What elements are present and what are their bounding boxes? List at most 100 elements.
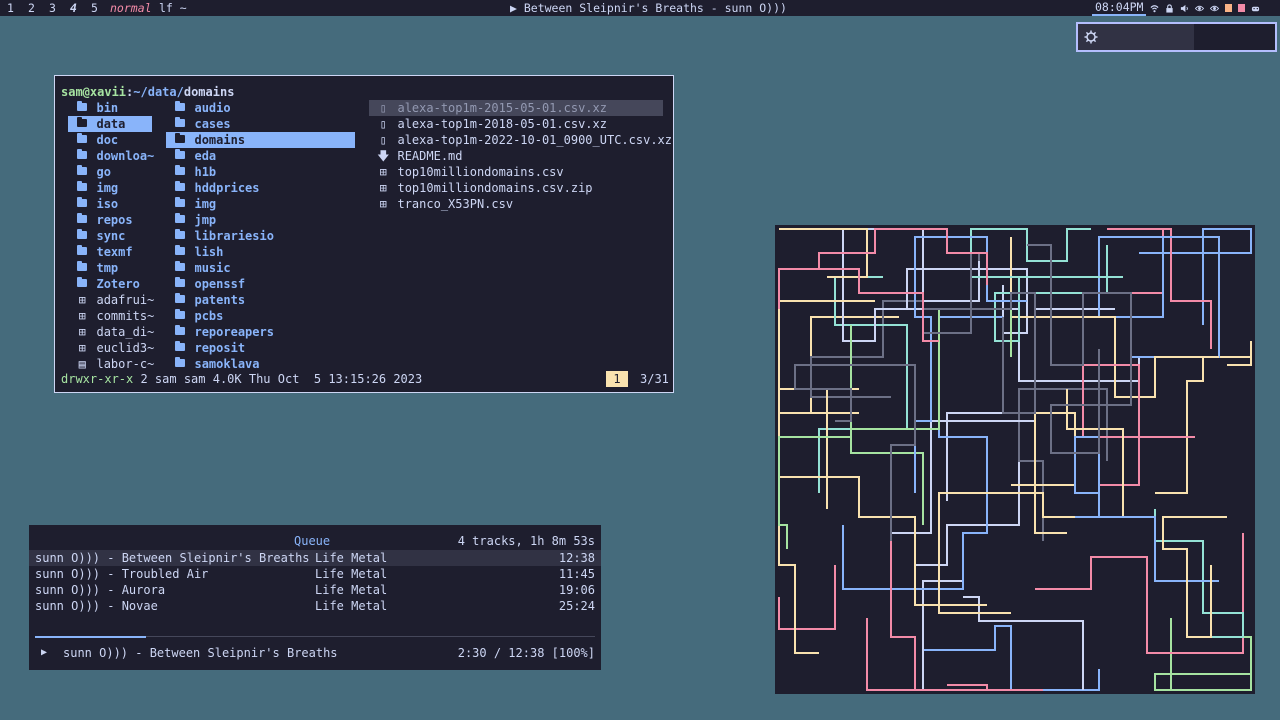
entry-name: lish	[194, 245, 224, 259]
track-row[interactable]: sunn O))) - Novae Life Metal 25:24	[29, 598, 601, 614]
dir-entry[interactable]: h1b	[166, 164, 355, 180]
dir-entry[interactable]: data	[68, 116, 152, 132]
dir-entry[interactable]: downloa~	[68, 148, 154, 164]
file-entry[interactable]: ⊞ commits~	[68, 308, 155, 324]
pipe-line	[1155, 341, 1252, 494]
workspace-2[interactable]: 2	[28, 0, 35, 16]
track-duration: 25:24	[558, 599, 595, 613]
dir-entry[interactable]: doc	[68, 132, 152, 148]
system-tray	[1150, 0, 1260, 16]
folder-icon	[175, 101, 186, 111]
dir-entry[interactable]: iso	[68, 196, 152, 212]
dir-entry[interactable]: eda	[166, 148, 355, 164]
dir-entry[interactable]: Zotero	[68, 276, 152, 292]
file-entry[interactable]: ▯ alexa-top1m-2022-10-01_0900_UTC.csv.xz	[369, 132, 672, 148]
folder-icon	[77, 245, 88, 255]
folder-icon	[175, 357, 186, 367]
prompt-parent: ~/data/	[133, 85, 184, 99]
dir-entry[interactable]: texmf	[68, 244, 152, 260]
dir-entry[interactable]: sync	[68, 228, 152, 244]
dir-entry[interactable]: cases	[166, 116, 355, 132]
dir-entry[interactable]: bin	[68, 100, 152, 116]
battery-icon[interactable]	[1225, 4, 1232, 12]
file-entry[interactable]: ⊞ data_di~	[68, 324, 155, 340]
folder-icon	[175, 197, 186, 207]
track-row[interactable]: sunn O))) - Aurora Life Metal 19:06	[29, 582, 601, 598]
dir-entry[interactable]: lish	[166, 244, 355, 260]
pipe-line	[866, 618, 988, 691]
pipes-art-window[interactable]	[775, 225, 1255, 694]
dir-entry[interactable]: samoklava	[166, 356, 355, 372]
file-entry[interactable]: ▤ labor-c~	[68, 356, 155, 372]
folder-icon	[175, 245, 186, 255]
dir-entry[interactable]: pcbs	[166, 308, 355, 324]
track-album: Life Metal	[315, 567, 388, 581]
entry-name: openssf	[194, 277, 246, 291]
position-counter: 3/31	[640, 372, 669, 386]
pipe-line	[923, 625, 1100, 691]
folder-icon	[77, 197, 88, 207]
lock-icon[interactable]	[1165, 3, 1174, 13]
dir-entry[interactable]: repos	[68, 212, 152, 228]
gamepad-icon[interactable]	[1251, 4, 1260, 13]
file-entry[interactable]: ⊞ tranco_X53PN.csv	[369, 196, 663, 212]
volume-icon[interactable]	[1180, 4, 1189, 13]
document-icon: ▯	[379, 133, 387, 147]
parent-dir-column: bin data doc downloa~ go img iso repos s…	[68, 100, 155, 372]
file-entry[interactable]: ⊞ euclid3~	[68, 340, 155, 356]
track-duration: 19:06	[558, 583, 595, 597]
pipe-line	[778, 565, 836, 630]
play-icon[interactable]: ▶	[41, 645, 47, 661]
dir-entry[interactable]: go	[68, 164, 152, 180]
folder-icon	[77, 133, 88, 143]
file-entry[interactable]: ▯ alexa-top1m-2018-05-01.csv.xz	[369, 116, 663, 132]
file-entry[interactable]: ⊞ adafrui~	[68, 292, 155, 308]
dir-entry[interactable]: hddprices	[166, 180, 355, 196]
dir-entry[interactable]: music	[166, 260, 355, 276]
wifi-icon[interactable]	[1150, 4, 1159, 13]
dir-entry[interactable]: jmp	[166, 212, 355, 228]
warning-icon[interactable]	[1238, 4, 1245, 12]
now-playing-title[interactable]: ▶ Between Sleipnir's Breaths - sunn O)))	[510, 0, 787, 16]
entry-name: data	[96, 117, 126, 131]
workspace-3[interactable]: 3	[49, 0, 56, 16]
entry-name: music	[194, 261, 231, 275]
track-album: Life Metal	[315, 599, 388, 613]
folder-icon	[175, 325, 186, 335]
progress-bar[interactable]	[35, 636, 595, 638]
eye-icon[interactable]	[1210, 4, 1219, 13]
track-row[interactable]: sunn O))) - Between Sleipnir's Breaths Li…	[29, 550, 601, 566]
workspace-4[interactable]: 4	[70, 0, 77, 16]
track-row[interactable]: sunn O))) - Troubled Air Life Metal 11:45	[29, 566, 601, 582]
brightness-popup[interactable]	[1076, 22, 1277, 52]
folder-icon	[175, 165, 186, 175]
file-permissions: drwxr-xr-x	[61, 372, 134, 386]
music-player-window[interactable]: Queue 4 tracks, 1h 8m 53s sunn O))) - Be…	[29, 525, 601, 670]
dir-entry[interactable]: tmp	[68, 260, 152, 276]
dir-entry[interactable]: img	[166, 196, 355, 212]
pipe-line	[778, 476, 987, 654]
folder-icon	[175, 149, 186, 159]
file-entry[interactable]: ⊞ top10milliondomains.csv.zip	[369, 180, 663, 196]
file-entry[interactable]: ▯ alexa-top1m-2015-05-01.csv.xz	[369, 100, 663, 116]
dir-entry[interactable]: librariesio	[166, 228, 355, 244]
entry-name: hddprices	[194, 181, 260, 195]
file-entry[interactable]: 🡇 README.md	[369, 148, 663, 164]
file-manager-window[interactable]: sam@xavii:~/data/domains bin data doc do…	[54, 75, 674, 393]
dir-entry[interactable]: openssf	[166, 276, 355, 292]
entry-name: commits~	[96, 309, 155, 323]
dir-entry[interactable]: audio	[166, 100, 355, 116]
dir-entry[interactable]: domains	[166, 132, 355, 148]
workspace-1[interactable]: 1	[7, 0, 14, 16]
pipe-line	[778, 325, 852, 549]
dir-entry[interactable]: img	[68, 180, 152, 196]
entry-name: alexa-top1m-2015-05-01.csv.xz	[397, 101, 607, 115]
clock[interactable]: 08:04PM	[1092, 0, 1147, 16]
workspace-5[interactable]: 5	[91, 0, 98, 16]
dir-entry[interactable]: reporeapers	[166, 324, 355, 340]
dir-entry[interactable]: reposit	[166, 340, 355, 356]
eye-icon[interactable]	[1195, 4, 1204, 13]
file-entry[interactable]: ⊞ top10milliondomains.csv	[369, 164, 663, 180]
dir-entry[interactable]: patents	[166, 292, 355, 308]
grid-file-icon: ⊞	[78, 341, 86, 355]
